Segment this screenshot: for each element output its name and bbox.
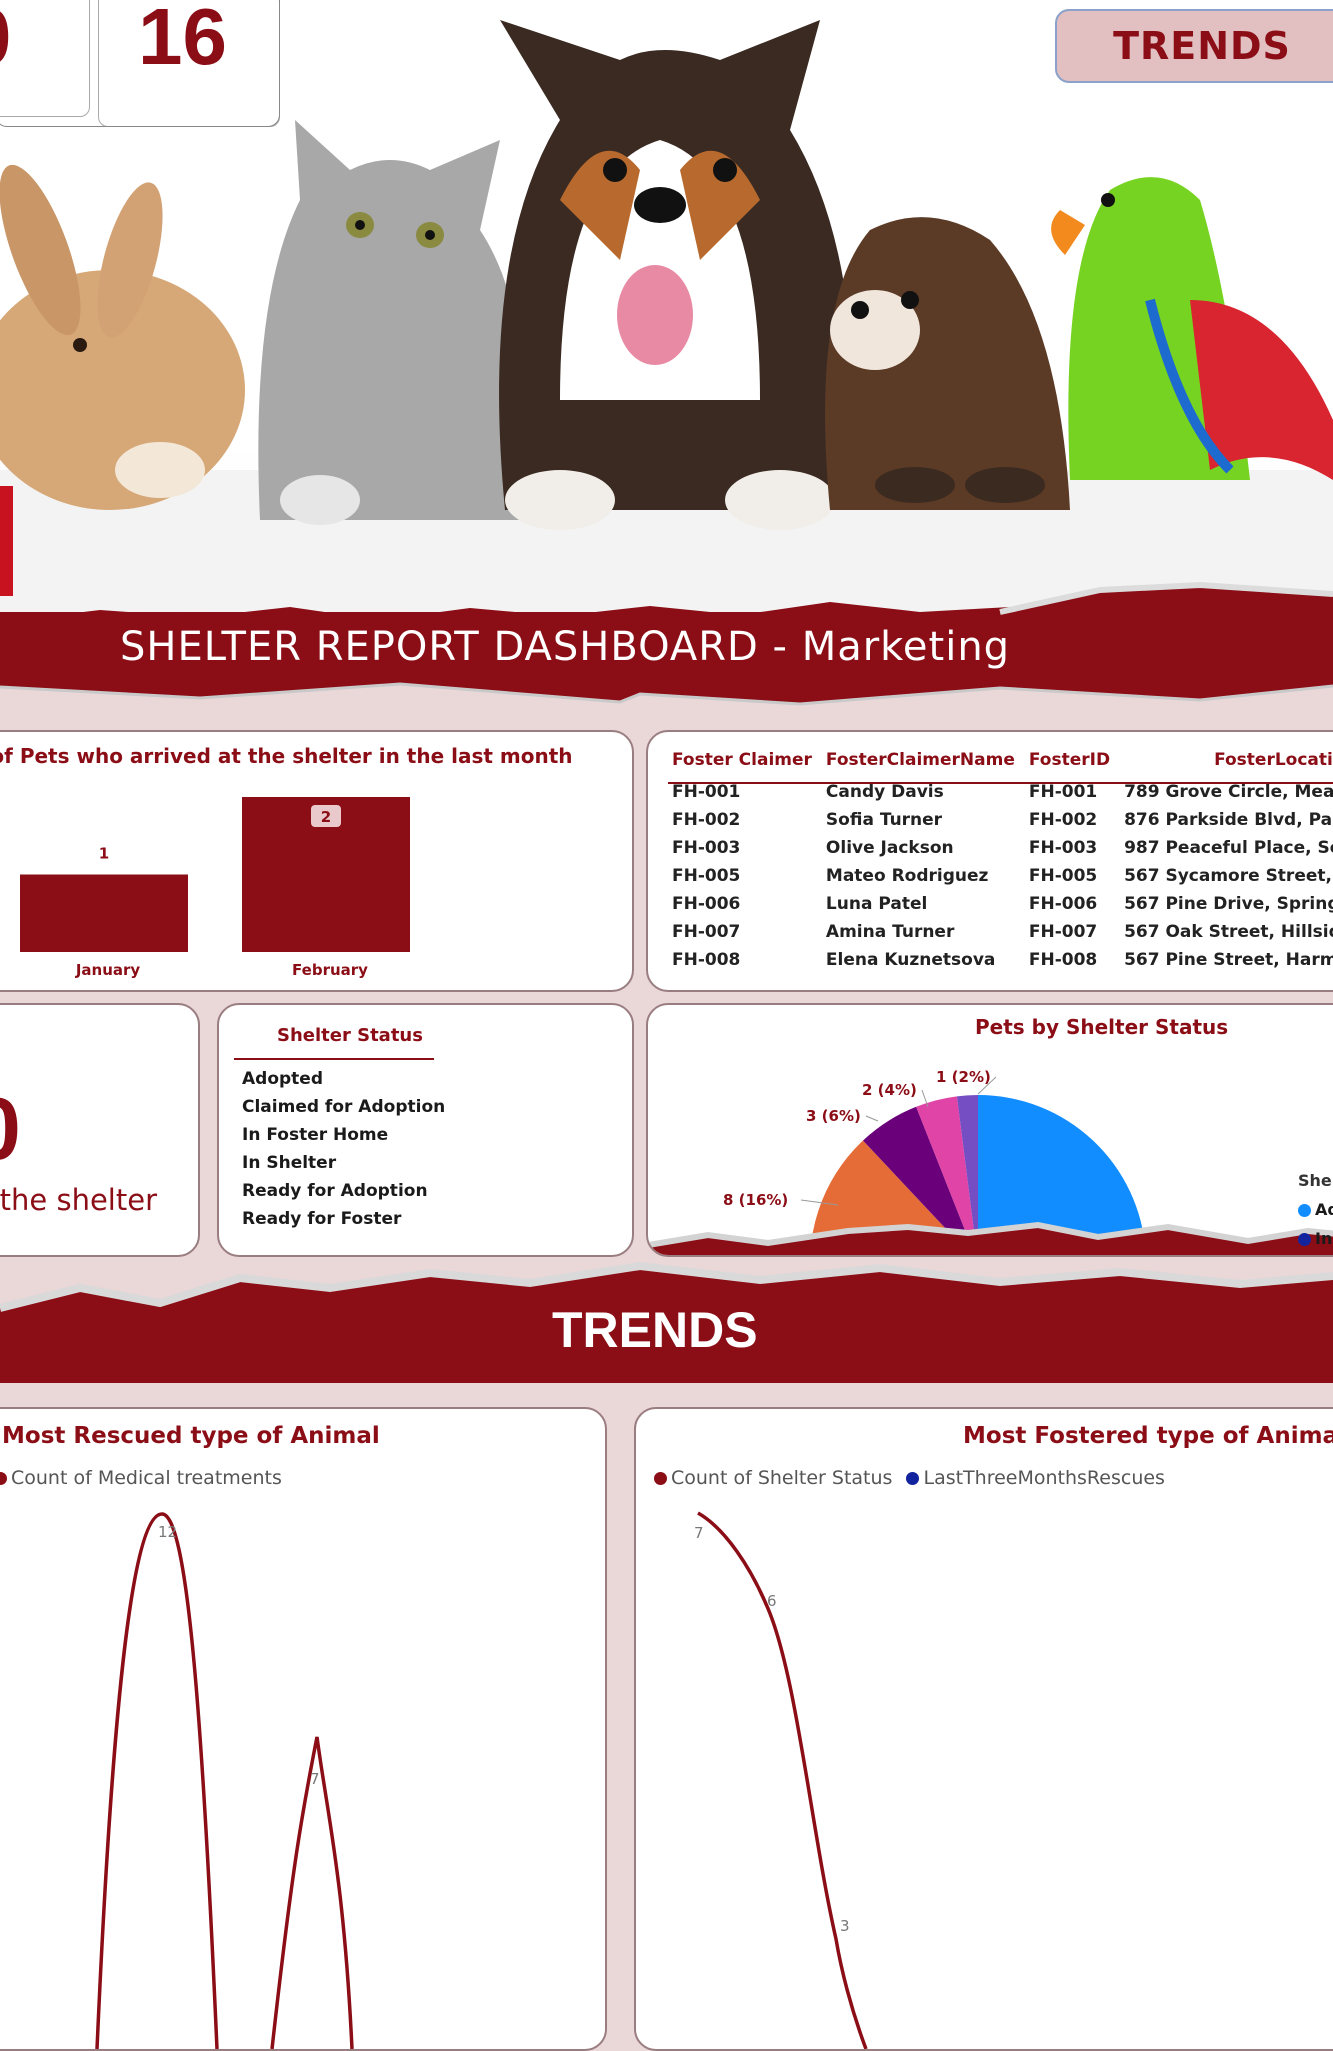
slice-label: 8 (16%) xyxy=(723,1191,788,1209)
most-fostered-card: Most Fostered type of Animal Count of Sh… xyxy=(634,1407,1333,2051)
table-row[interactable]: FH-007 Amina Turner FH-007 567 Oak Street, … xyxy=(672,918,1333,946)
table-cell: 876 Parkside Blvd, Parksville xyxy=(1124,810,1333,830)
in-shelter-card: 0 in the shelter xyxy=(0,1003,200,1257)
series-line[interactable] xyxy=(697,1511,868,2049)
table-row[interactable]: FH-006 Luna Patel FH-006 567 Pine Drive, Sp… xyxy=(672,890,1333,918)
table-cell: 567 Pine Street, Harmony City xyxy=(1124,950,1333,970)
data-label: 7 xyxy=(310,1770,320,1788)
column-header[interactable]: FosterClaimerName xyxy=(826,750,1029,778)
table-cell: FH-005 xyxy=(1028,866,1098,886)
legend-item[interactable]: In Foster Home xyxy=(1298,1229,1333,1248)
table-cell: FH-003 xyxy=(672,838,741,858)
category-label: January xyxy=(75,961,141,979)
pets-by-status-pie: 8 (16%) 3 (6%)2 (4%) 1 (2%) xyxy=(648,1068,1333,1255)
slicer-item[interactable]: Claimed for Adoption xyxy=(242,1093,445,1121)
fostered-line-chart: 7 6 3 xyxy=(694,1511,868,2049)
data-label: 6 xyxy=(767,1592,777,1610)
table-cell: FH-002 xyxy=(672,810,741,830)
dashboard-title: SHELTER REPORT DASHBOARD - Marketing xyxy=(120,624,1011,670)
table-row[interactable]: FH-005 Mateo Rodriguez FH-005 567 Sycamore … xyxy=(672,862,1333,890)
data-label: 2 xyxy=(321,808,331,826)
table-cell: Sofia Turner xyxy=(825,810,943,830)
in-shelter-label: in the shelter xyxy=(0,1183,157,1217)
table-row[interactable]: FH-008 Elena Kuznetsova FH-008 567 Pine Str… xyxy=(672,946,1333,974)
table-cell: Elena Kuznetsova xyxy=(825,950,996,970)
data-label: 1 xyxy=(99,845,109,863)
table-cell: Olive Jackson xyxy=(825,838,954,858)
arrivals-bar-chart: 1 January 2 February xyxy=(20,797,410,979)
pets-by-status-card: Pets by Shelter Status 8 (16%) 3 (6%) 2 (4… xyxy=(646,1003,1333,1257)
foster-table-header: Foster Claimer FosterClaimerName FosterI… xyxy=(672,750,1333,778)
slicer-divider xyxy=(234,1058,434,1060)
slicer-header: Shelter Status xyxy=(277,1025,423,1046)
foster-table: Foster Claimer FosterClaimerName FosterI… xyxy=(672,750,1333,974)
table-cell: FH-003 xyxy=(1028,838,1098,858)
pie-legend: Shelter Status Adopted In Foster Home xyxy=(1298,1171,1333,1248)
slicer-item[interactable]: Ready for Adoption xyxy=(242,1177,445,1205)
slicer-item[interactable]: In Shelter xyxy=(242,1149,445,1177)
table-cell: FH-007 xyxy=(1028,922,1098,942)
table-cell: 987 Peaceful Place, Serenity xyxy=(1124,838,1333,858)
data-label: 3 xyxy=(840,1917,850,1935)
trends-title: TRENDS xyxy=(552,1302,758,1358)
column-header[interactable]: FosterLocation xyxy=(1124,750,1333,778)
bar[interactable] xyxy=(20,874,188,953)
slicer-item[interactable]: Adopted xyxy=(242,1065,445,1093)
table-cell: 567 Pine Drive, Springdale xyxy=(1124,894,1333,914)
arrivals-card: Count of Pets who arrived at the shelter… xyxy=(0,730,634,992)
table-cell: FH-007 xyxy=(672,922,741,942)
table-cell: Mateo Rodriguez xyxy=(825,866,989,886)
accent-strip xyxy=(0,486,13,596)
slicer-item[interactable]: In Foster Home xyxy=(242,1121,445,1149)
in-shelter-value: 0 xyxy=(0,1085,21,1173)
legend-label: In Foster Home xyxy=(1315,1229,1333,1248)
kitten-image xyxy=(258,120,525,525)
trends-banner: TRENDS xyxy=(0,1258,1333,1383)
header-divider xyxy=(668,782,1333,784)
slice-label: 2 (4%) xyxy=(862,1081,917,1099)
legend-item[interactable]: Adopted xyxy=(1298,1200,1333,1219)
table-row[interactable]: FH-002 Sofia Turner FH-002 876 Parkside Blv… xyxy=(672,806,1333,834)
data-label: 12 xyxy=(158,1523,177,1541)
torn-paper-bottom xyxy=(0,682,1333,712)
table-cell: FH-008 xyxy=(672,950,741,970)
table-cell: FH-006 xyxy=(1028,894,1098,914)
column-header[interactable]: Foster Claimer xyxy=(672,750,826,778)
data-label: 7 xyxy=(694,1524,704,1542)
slice-label: 3 (6%) xyxy=(806,1107,861,1125)
slicer-item[interactable]: Ready for Foster xyxy=(242,1205,445,1233)
table-cell: 567 Oak Street, Hillside xyxy=(1124,922,1333,942)
table-cell: Amina Turner xyxy=(825,922,955,942)
trends-nav-label: TRENDS xyxy=(1113,24,1291,68)
foster-table-card: Foster Claimer FosterClaimerName FosterI… xyxy=(646,730,1333,992)
pets-illustration xyxy=(0,20,1333,640)
puppy-image xyxy=(499,20,854,530)
legend-label: Adopted xyxy=(1315,1200,1333,1219)
hero-banner: 0 16 xyxy=(0,0,1333,640)
ferret-image xyxy=(825,217,1070,510)
table-cell: 567 Sycamore Street, Greenfield xyxy=(1124,866,1333,886)
table-cell: Luna Patel xyxy=(825,894,928,914)
table-cell: FH-002 xyxy=(1028,810,1098,830)
arrivals-title: Count of Pets who arrived at the shelter… xyxy=(0,744,573,768)
table-cell: FH-005 xyxy=(672,866,741,886)
table-row[interactable]: FH-003 Olive Jackson FH-003 987 Peaceful Pl… xyxy=(672,834,1333,862)
parrot-image xyxy=(1051,177,1333,480)
most-rescued-card: Most Rescued type of Animal Count of Med… xyxy=(0,1407,607,2051)
shelter-status-slicer: Shelter Status Adopted Claimed for Adopti… xyxy=(217,1003,634,1257)
legend-title: Shelter Status xyxy=(1298,1171,1333,1190)
column-header[interactable]: FosterID xyxy=(1029,750,1124,778)
trends-nav-button[interactable]: TRENDS xyxy=(1055,9,1333,83)
rabbit-image xyxy=(0,164,245,510)
rescued-line-chart: 12 7 xyxy=(95,1512,354,2049)
legend-dot xyxy=(1298,1204,1311,1217)
legend-dot xyxy=(1298,1233,1311,1246)
title-banner: SHELTER REPORT DASHBOARD - Marketing xyxy=(0,582,1333,712)
table-cell: FH-008 xyxy=(1028,950,1098,970)
table-cell: FH-006 xyxy=(672,894,741,914)
slicer-items: Adopted Claimed for Adoption In Foster Hom… xyxy=(242,1065,445,1233)
leader-line xyxy=(865,1115,879,1122)
slice-label: 1 (2%) xyxy=(936,1068,991,1086)
category-label: February xyxy=(292,961,368,979)
